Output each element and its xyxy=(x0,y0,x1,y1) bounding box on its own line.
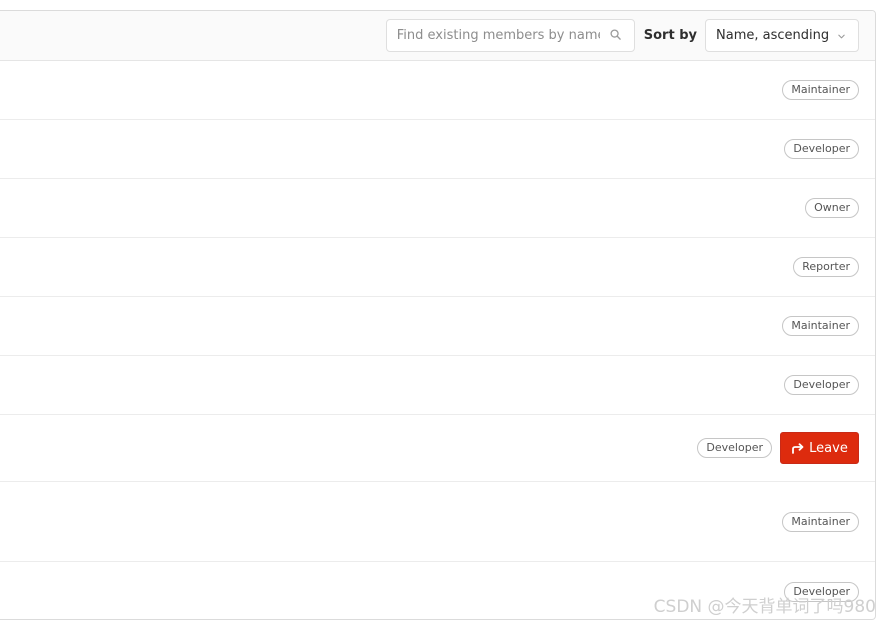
member-row: Owner xyxy=(0,179,875,238)
search-icon[interactable] xyxy=(610,29,621,40)
member-row: Maintainer xyxy=(0,297,875,356)
role-badge: Developer xyxy=(784,375,859,395)
search-input[interactable] xyxy=(385,19,635,52)
member-row: Reporter xyxy=(0,238,875,297)
leave-button-label: Leave xyxy=(809,440,848,456)
leave-button[interactable]: Leave xyxy=(780,432,859,464)
sort-label: Sort by xyxy=(643,28,697,43)
members-filter-bar: Sort by Name, ascending xyxy=(0,11,875,61)
role-badge: Developer xyxy=(784,139,859,159)
role-badge: Developer xyxy=(697,438,772,458)
role-badge: Developer xyxy=(784,582,859,602)
role-badge: Maintainer xyxy=(782,512,859,532)
role-badge: Maintainer xyxy=(782,80,859,100)
member-row-current-user: Developer Leave xyxy=(0,415,875,482)
leave-icon xyxy=(792,442,804,454)
role-badge: Owner xyxy=(805,198,859,218)
member-row: Maintainer xyxy=(0,61,875,120)
search-box xyxy=(385,19,635,52)
sort-selected-value: Name, ascending xyxy=(716,28,830,43)
members-panel: Sort by Name, ascending Maintainer Devel… xyxy=(0,10,876,620)
member-row: Developer xyxy=(0,356,875,415)
role-badge: Maintainer xyxy=(782,316,859,336)
member-row: Developer xyxy=(0,562,875,619)
chevron-down-icon xyxy=(838,34,845,39)
sort-dropdown[interactable]: Name, ascending xyxy=(705,19,859,52)
member-row: Developer xyxy=(0,120,875,179)
member-row: Maintainer xyxy=(0,482,875,562)
role-badge: Reporter xyxy=(793,257,859,277)
